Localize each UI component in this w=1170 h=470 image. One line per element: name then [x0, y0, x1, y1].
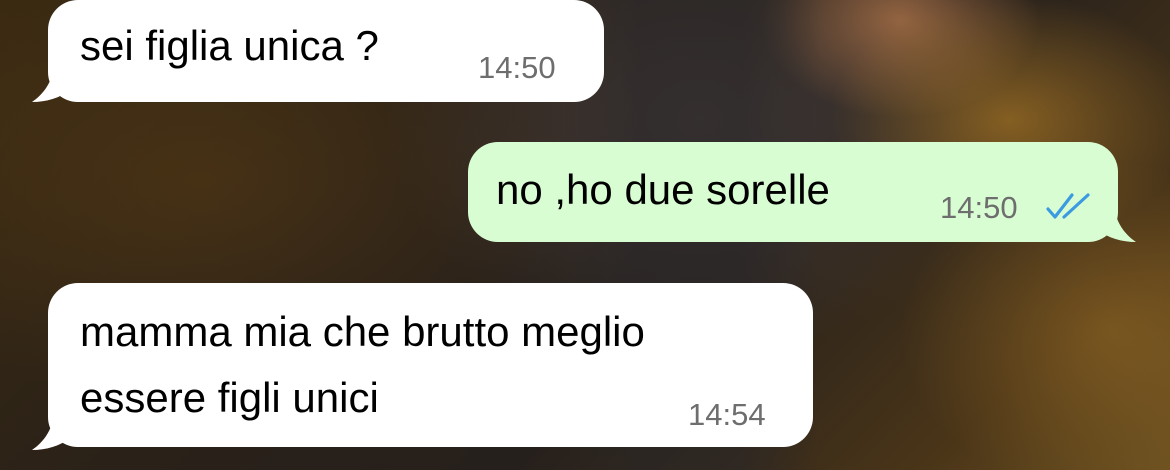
message-bubble-incoming[interactable]: mamma mia che brutto meglio essere figli…: [48, 283, 813, 447]
message-bubble-outgoing[interactable]: no ,ho due sorelle 14:50: [468, 142, 1118, 242]
message-timestamp: 14:50: [940, 190, 1018, 225]
message-text: no ,ho due sorelle: [496, 166, 830, 213]
message-bubble-incoming[interactable]: sei figlia unica ? 14:50: [48, 0, 604, 102]
double-check-icon: [1046, 193, 1090, 219]
message-timestamp: 14:50: [478, 50, 556, 85]
message-timestamp: 14:54: [688, 397, 766, 432]
message-text: mamma mia che brutto meglio essere figli…: [80, 308, 645, 421]
message-text: sei figlia unica ?: [80, 22, 379, 69]
